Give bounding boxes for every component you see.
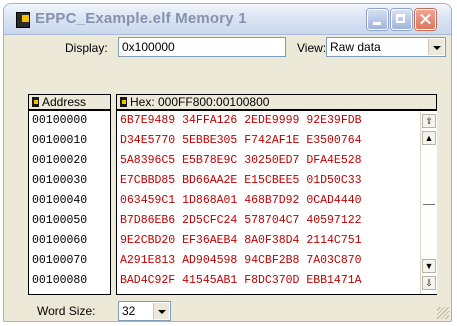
address-cell: 00100070 xyxy=(32,254,88,267)
address-cell: 00100080 xyxy=(32,274,88,287)
address-cell: 00100020 xyxy=(32,154,88,167)
memory-app-icon xyxy=(16,12,30,28)
maximize-button[interactable] xyxy=(391,9,412,30)
hex-row[interactable]: B7D86EB6 2D5CFC24 578704C7 40597122 xyxy=(120,212,362,230)
view-label: View: xyxy=(297,41,327,55)
hex-row[interactable]: E7CBBD85 BD66AA2E E15CBEE5 01D50C33 xyxy=(120,172,362,190)
hex-column[interactable]: 6B7E9489 34FFA126 2EDE9999 92E39FDB D34E… xyxy=(116,110,437,295)
hex-row[interactable]: 6B7E9489 34FFA126 2EDE9999 92E39FDB xyxy=(120,112,362,130)
hex-row[interactable]: D34E5770 5EBBE305 F742AF1E E3500764 xyxy=(120,132,362,150)
address-column-header[interactable]: Address xyxy=(28,94,111,110)
address-cell: 00100050 xyxy=(32,214,88,227)
address-header-icon xyxy=(32,97,39,107)
chevron-down-icon[interactable] xyxy=(428,39,444,55)
hex-row[interactable]: BAD4C92F 41545AB1 F8DC370D EBB1471A xyxy=(120,272,362,290)
hex-row[interactable]: 063459C1 1D868A01 468B7D92 0CAD4440 xyxy=(120,192,362,210)
address-cell: 00100040 xyxy=(32,194,88,207)
chevron-down-icon[interactable] xyxy=(153,303,169,319)
hex-row[interactable]: 5A8396C5 E5B78E9C 30250ED7 DFA4E528 xyxy=(120,152,362,170)
address-cell: 00100060 xyxy=(32,234,88,247)
title-bar[interactable]: EPPC_Example.elf Memory 1 xyxy=(4,4,451,35)
hex-row[interactable]: 9E2CBD20 EF36AEB4 8A0F38D4 2114C751 xyxy=(120,232,362,250)
hex-header-label: Hex: 000FF800:00100800 xyxy=(130,95,270,109)
view-select[interactable]: Raw data xyxy=(326,37,446,57)
word-size-value: 32 xyxy=(122,304,136,318)
display-address-input[interactable]: 0x100000 xyxy=(118,37,286,57)
display-label: Display: xyxy=(65,41,108,55)
page-down-icon[interactable]: ⇩ xyxy=(422,276,436,290)
scroll-position-marker[interactable] xyxy=(423,204,435,205)
display-address-value: 0x100000 xyxy=(122,40,175,54)
minimize-button[interactable] xyxy=(367,9,388,30)
memory-window: EPPC_Example.elf Memory 1 Display: 0x100… xyxy=(3,3,452,322)
hex-header-icon xyxy=(120,97,127,107)
address-cell: 00100000 xyxy=(32,114,88,127)
resize-grip-icon[interactable] xyxy=(437,307,449,319)
hex-row[interactable]: A291E813 AD904598 94CBF2B8 7A03C870 xyxy=(120,252,362,270)
word-size-label: Word Size: xyxy=(37,304,96,318)
address-header-label: Address xyxy=(42,95,87,109)
address-column: 00100000 00100010 00100020 00100030 0010… xyxy=(28,110,111,295)
address-cell: 00100010 xyxy=(32,134,88,147)
memory-scrollbar[interactable]: ⇧ ▲ ▼ ⇩ xyxy=(420,111,437,294)
page-up-icon[interactable]: ⇧ xyxy=(422,114,436,128)
line-up-icon[interactable]: ▲ xyxy=(422,131,436,145)
word-size-select[interactable]: 32 xyxy=(118,301,171,321)
close-button[interactable] xyxy=(415,9,436,30)
view-selected-value: Raw data xyxy=(330,40,381,54)
address-cell: 00100030 xyxy=(32,174,88,187)
window-title: EPPC_Example.elf Memory 1 xyxy=(35,10,247,27)
hex-column-header[interactable]: Hex: 000FF800:00100800 xyxy=(116,94,437,110)
line-down-icon[interactable]: ▼ xyxy=(422,259,436,273)
